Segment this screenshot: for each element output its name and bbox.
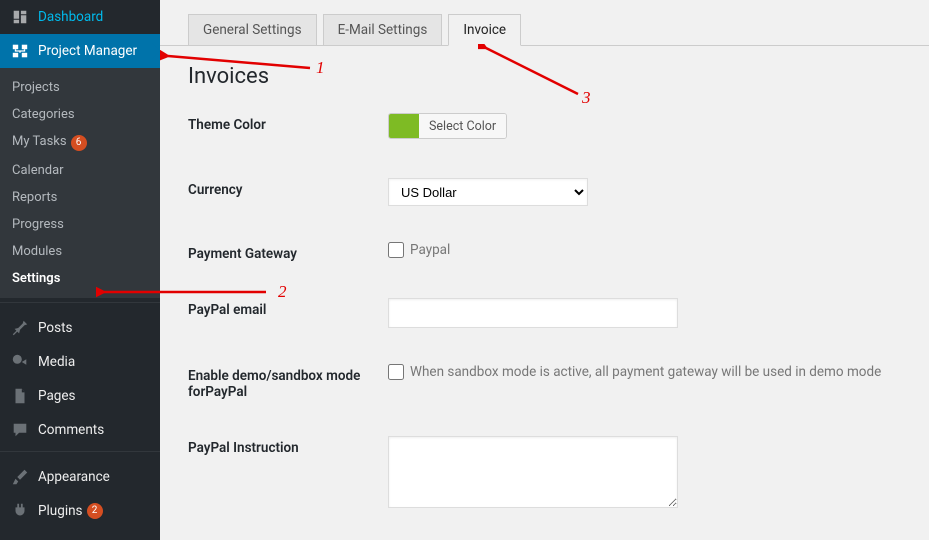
row-paypal-instruction: PayPal Instruction xyxy=(188,418,901,530)
sidebar-item-media[interactable]: Media xyxy=(0,345,160,379)
submenu-item-settings[interactable]: Settings xyxy=(0,265,160,292)
settings-tabs: General Settings E-Mail Settings Invoice xyxy=(160,0,929,46)
gateway-paypal-checkbox[interactable] xyxy=(388,242,404,258)
project-manager-icon xyxy=(10,41,30,61)
color-picker-label: Select Color xyxy=(419,114,506,138)
row-currency: Currency US Dollar xyxy=(188,160,901,224)
label-sandbox: Enable demo/sandbox mode forPayPal xyxy=(188,364,388,400)
submenu-item-my-tasks[interactable]: My Tasks6 xyxy=(0,128,160,157)
row-payment-gateway: Payment Gateway Paypal xyxy=(188,224,901,280)
color-picker[interactable]: Select Color xyxy=(388,113,507,139)
gateway-paypal-label: Paypal xyxy=(410,242,450,258)
sidebar-item-dashboard[interactable]: Dashboard xyxy=(0,0,160,34)
row-paypal-email: PayPal email xyxy=(188,280,901,346)
submenu-item-progress[interactable]: Progress xyxy=(0,211,160,238)
sidebar-item-plugins[interactable]: Plugins 2 xyxy=(0,494,160,528)
label-paypal-email: PayPal email xyxy=(188,298,388,318)
main-content: General Settings E-Mail Settings Invoice… xyxy=(160,0,929,540)
admin-sidebar: Dashboard Project Manager Projects Categ… xyxy=(0,0,160,540)
pin-icon xyxy=(10,318,30,338)
page-title: Invoices xyxy=(160,46,929,95)
sidebar-item-pages[interactable]: Pages xyxy=(0,379,160,413)
sidebar-separator xyxy=(0,451,160,456)
sidebar-submenu: Projects Categories My Tasks6 Calendar R… xyxy=(0,68,160,298)
currency-select[interactable]: US Dollar xyxy=(388,178,588,206)
badge-count: 6 xyxy=(71,135,87,151)
page-icon xyxy=(10,386,30,406)
paypal-instruction-textarea[interactable] xyxy=(388,436,678,508)
submenu-item-calendar[interactable]: Calendar xyxy=(0,157,160,184)
sidebar-item-label: Dashboard xyxy=(38,9,103,25)
comment-icon xyxy=(10,420,30,440)
sidebar-item-label: Appearance xyxy=(38,469,110,485)
submenu-item-projects[interactable]: Projects xyxy=(0,74,160,101)
sidebar-item-label: Plugins xyxy=(38,503,83,519)
plug-icon xyxy=(10,501,30,521)
gateway-paypal-option[interactable]: Paypal xyxy=(388,242,901,258)
label-theme-color: Theme Color xyxy=(188,113,388,133)
invoice-settings-form: Theme Color Select Color Currency US Dol… xyxy=(160,95,929,530)
submenu-item-categories[interactable]: Categories xyxy=(0,101,160,128)
sidebar-item-posts[interactable]: Posts xyxy=(0,311,160,345)
row-theme-color: Theme Color Select Color xyxy=(188,95,901,160)
sandbox-option[interactable]: When sandbox mode is active, all payment… xyxy=(388,364,901,380)
dashboard-icon xyxy=(10,7,30,27)
sidebar-item-appearance[interactable]: Appearance xyxy=(0,460,160,494)
label-paypal-instruction: PayPal Instruction xyxy=(188,436,388,456)
submenu-item-modules[interactable]: Modules xyxy=(0,238,160,265)
sidebar-item-label: Project Manager xyxy=(38,43,137,59)
sidebar-item-label: Media xyxy=(38,354,75,370)
sidebar-item-comments[interactable]: Comments xyxy=(0,413,160,447)
label-currency: Currency xyxy=(188,178,388,198)
sidebar-item-label: Comments xyxy=(38,422,104,438)
sidebar-item-label: Pages xyxy=(38,388,76,404)
label-payment-gateway: Payment Gateway xyxy=(188,242,388,262)
brush-icon xyxy=(10,467,30,487)
sidebar-separator xyxy=(0,302,160,307)
badge-count: 2 xyxy=(87,503,103,519)
sandbox-checkbox[interactable] xyxy=(388,364,404,380)
tab-email-settings[interactable]: E-Mail Settings xyxy=(323,14,443,46)
submenu-item-reports[interactable]: Reports xyxy=(0,184,160,211)
tab-general-settings[interactable]: General Settings xyxy=(188,14,317,46)
paypal-email-input[interactable] xyxy=(388,298,678,328)
row-sandbox: Enable demo/sandbox mode forPayPal When … xyxy=(188,346,901,418)
media-icon xyxy=(10,352,30,372)
sidebar-item-label: Posts xyxy=(38,320,72,336)
tab-invoice[interactable]: Invoice xyxy=(448,14,521,46)
color-swatch xyxy=(389,114,419,138)
sandbox-hint: When sandbox mode is active, all payment… xyxy=(410,364,881,380)
sidebar-item-project-manager[interactable]: Project Manager xyxy=(0,34,160,68)
